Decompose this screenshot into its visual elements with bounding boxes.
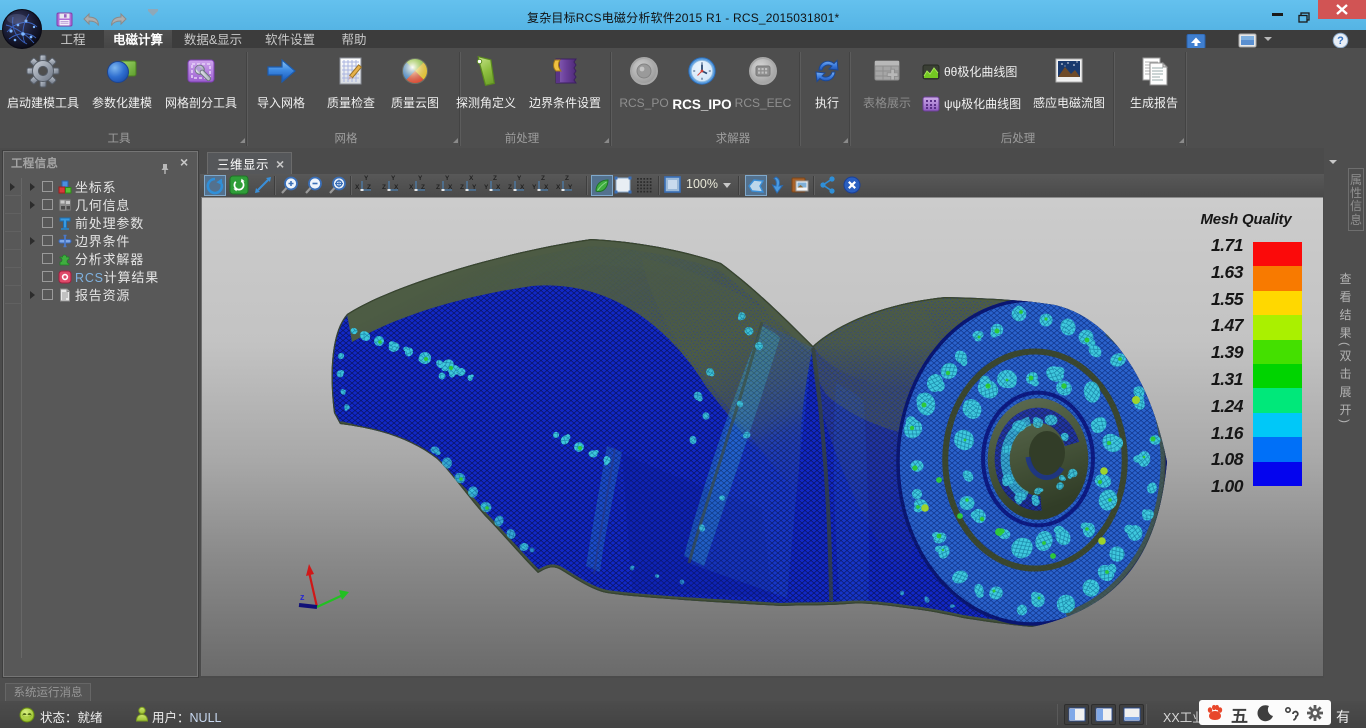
svg-text:?: ? (1337, 35, 1344, 47)
svg-text:z: z (300, 592, 305, 602)
